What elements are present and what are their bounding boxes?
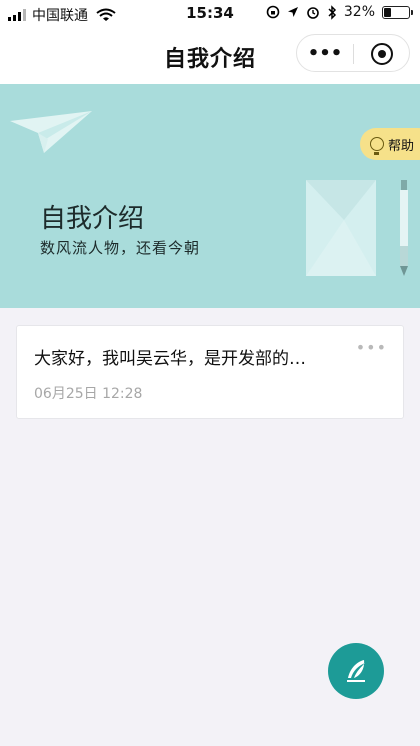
banner-subtitle: 数风流人物，还看今朝 (40, 239, 201, 257)
entry-text: 大家好，我叫吴云华，是开发部的… (34, 349, 306, 369)
intro-entry-card[interactable]: 大家好，我叫吴云华，是开发部的… 06月25日 12:28 ••• (16, 325, 404, 419)
bluetooth-icon (328, 4, 336, 20)
battery-percent: 32% (343, 4, 375, 20)
location-icon (287, 7, 298, 17)
quill-pen-icon (347, 660, 365, 682)
pen-icon (400, 180, 408, 276)
orientation-lock-icon (266, 5, 280, 19)
more-icon[interactable]: ••• (297, 43, 353, 64)
nav-bar: 自我介绍 ••• (0, 28, 420, 84)
lightbulb-icon (369, 137, 384, 155)
close-target-icon[interactable] (371, 43, 393, 65)
capsule-divider (353, 44, 354, 64)
help-label: 帮助 (387, 138, 414, 154)
write-button[interactable] (328, 643, 384, 699)
battery-icon (382, 5, 413, 19)
paper-plane-icon (10, 111, 92, 153)
intro-banner: 帮助 自我介绍 数风流人物，还看今朝 (0, 84, 420, 308)
mini-program-capsule: ••• (296, 34, 410, 72)
envelope-icon (306, 180, 376, 276)
status-right: 32% (266, 4, 413, 20)
status-bar: 中国联通 15:34 32% (0, 0, 420, 28)
help-button[interactable]: 帮助 (359, 128, 420, 160)
entry-date: 06月25日 12:28 (34, 386, 143, 402)
alarm-icon (307, 7, 319, 19)
banner-title: 自我介绍 (40, 204, 145, 234)
entry-more-icon[interactable]: ••• (356, 338, 387, 357)
